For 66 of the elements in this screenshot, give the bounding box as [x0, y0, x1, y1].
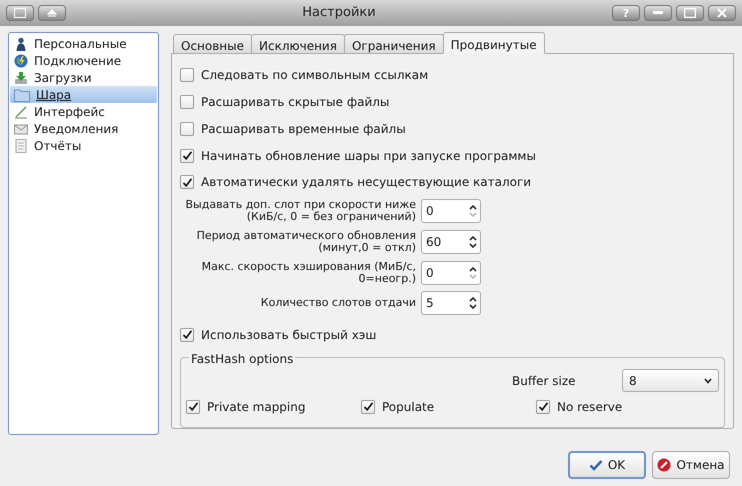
download-icon — [14, 70, 28, 84]
spin-field[interactable]: 60 — [421, 230, 481, 254]
field-label: Количество слотов отдачи — [260, 297, 416, 310]
category-item[interactable]: Уведомления — [10, 120, 157, 137]
shade-button[interactable] — [38, 5, 66, 21]
window-title: Настройки — [301, 4, 377, 22]
document-icon — [14, 138, 28, 152]
close-icon — [717, 8, 727, 18]
option-label: Автоматически удалять несуществующие каталоги — [201, 174, 532, 192]
category-item[interactable]: Интерфейс — [10, 103, 157, 120]
spin-arrows-icon — [469, 234, 477, 249]
window-menu-button[interactable] — [6, 5, 34, 21]
minimize-icon — [653, 11, 663, 15]
folder-icon — [14, 88, 30, 102]
up-triangle-icon — [47, 9, 57, 17]
spin-field[interactable]: 0 — [421, 260, 481, 285]
field-label: Макс. скорость хэширования (МиБ/с, 0=неогр.) — [200, 260, 416, 285]
buffer-size-dropdown[interactable]: 8 — [622, 369, 719, 392]
globe-icon — [14, 54, 28, 68]
close-button[interactable] — [708, 5, 736, 21]
spin-arrows-icon — [469, 204, 477, 218]
ok-button[interactable]: OK — [568, 451, 646, 479]
envelope-icon — [14, 122, 28, 136]
category-item[interactable]: Отчёты — [10, 137, 157, 154]
square-icon — [14, 8, 26, 18]
field-label: Период автоматического обновления (минут,0 = откл) — [196, 230, 416, 254]
checkmark-icon — [588, 459, 603, 471]
option-label: Populate — [382, 398, 434, 416]
maximize-icon — [684, 8, 696, 18]
tab[interactable]: Продвинутые — [442, 32, 545, 54]
checkbox[interactable] — [180, 328, 194, 342]
spin-arrows-icon — [469, 296, 477, 310]
category-item[interactable]: Загрузки — [10, 69, 157, 86]
category-item[interactable]: Персональные — [10, 35, 157, 52]
tab[interactable]: Основные — [173, 34, 252, 54]
spin-field[interactable]: 5 — [421, 291, 481, 316]
spin-arrows-icon — [469, 266, 477, 280]
minimize-button[interactable] — [644, 5, 672, 21]
stop-icon — [657, 458, 672, 472]
checkbox[interactable] — [180, 175, 194, 190]
checkbox[interactable] — [180, 148, 194, 163]
option-label: Использовать быстрый хэш — [201, 326, 376, 344]
field-label: Buffer size — [512, 372, 577, 390]
tab[interactable]: Исключения — [251, 34, 345, 54]
person-icon — [14, 36, 28, 50]
option-label: Начинать обновление шары при запуске программы — [201, 148, 536, 165]
category-item[interactable]: Подключение — [10, 52, 157, 69]
field-label: Выдавать доп. слот при скорости ниже (КиБ/с, 0 = без ограничений) — [184, 199, 416, 224]
checkbox[interactable] — [361, 400, 375, 414]
option-label: Следовать по символьным ссылкам — [201, 67, 428, 84]
option-label: Private mapping — [207, 398, 306, 416]
option-label: No reserve — [557, 398, 622, 416]
pen-icon — [14, 104, 28, 118]
checkbox[interactable] — [186, 400, 200, 414]
spin-field[interactable]: 0 — [421, 199, 481, 224]
tab[interactable]: Ограничения — [344, 34, 444, 54]
maximize-button[interactable] — [676, 5, 704, 21]
option-label: Расшаривать скрытые файлы — [201, 94, 390, 112]
option-label: Расшаривать временные файлы — [201, 120, 406, 138]
checkbox[interactable] — [180, 95, 194, 110]
checkbox[interactable] — [180, 68, 194, 82]
category-item[interactable]: Шара — [10, 86, 157, 103]
checkbox[interactable] — [536, 400, 550, 414]
caret-icon — [704, 378, 712, 384]
checkbox[interactable] — [180, 122, 194, 136]
cancel-button[interactable]: Отмена — [652, 451, 730, 479]
